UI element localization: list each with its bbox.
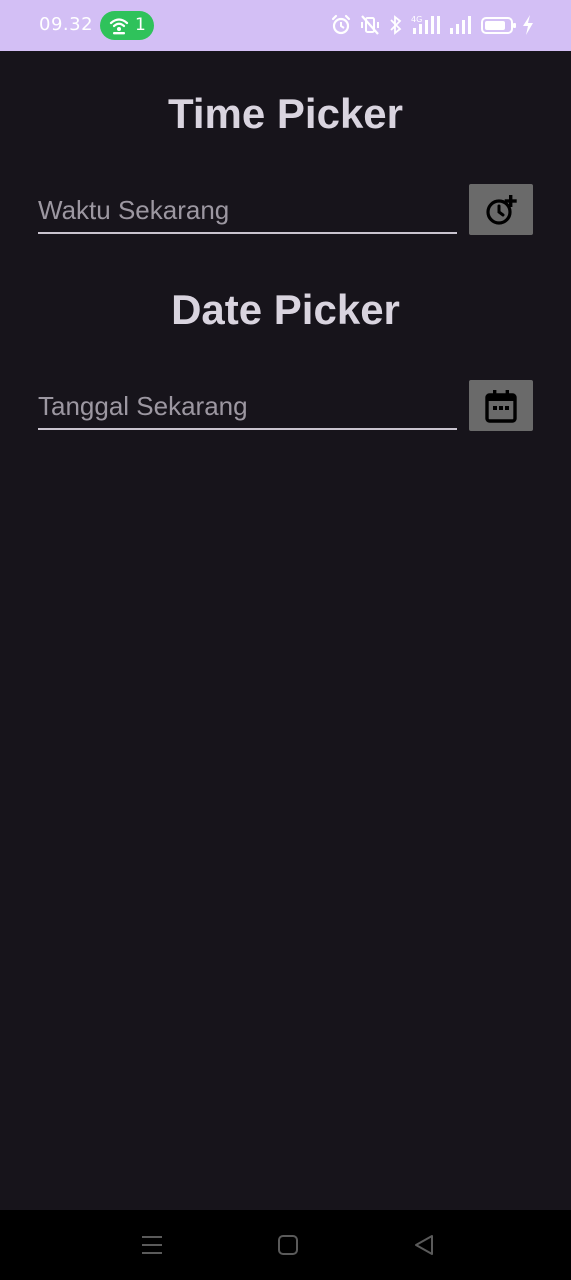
time-picker-title: Time Picker	[167, 90, 404, 137]
status-bar: 09.32 1 4G	[0, 0, 571, 51]
menu-icon[interactable]	[141, 1233, 163, 1257]
alarm-icon	[331, 14, 351, 35]
signal-4g-icon: 4G	[411, 15, 440, 34]
app-screen: 09.32 1 4G Time Picker Waktu Sekarang Da…	[0, 0, 571, 1280]
clock-add-icon	[486, 195, 517, 225]
charging-icon	[523, 15, 533, 35]
back-icon[interactable]	[413, 1233, 435, 1257]
home-icon[interactable]	[277, 1233, 299, 1257]
calendar-icon	[485, 390, 517, 423]
time-input[interactable]	[38, 193, 457, 227]
svg-text:4G: 4G	[411, 15, 422, 24]
wifi-hotspot-icon	[109, 18, 129, 35]
hotspot-count: 1	[135, 15, 146, 35]
status-time: 09.32	[39, 14, 94, 35]
battery-icon	[481, 17, 516, 34]
date-input[interactable]	[38, 389, 457, 423]
navigation-bar	[0, 1210, 571, 1280]
time-field[interactable]	[38, 184, 457, 234]
date-picker-button[interactable]	[469, 380, 533, 431]
date-picker-title: Date Picker	[171, 286, 400, 333]
date-field[interactable]	[38, 380, 457, 430]
bluetooth-icon	[390, 15, 402, 35]
hotspot-indicator[interactable]: 1	[100, 11, 154, 40]
status-icons: 4G	[331, 14, 541, 38]
vibrate-off-icon	[361, 15, 379, 35]
signal-icon	[450, 16, 471, 34]
time-picker-button[interactable]	[469, 184, 533, 235]
